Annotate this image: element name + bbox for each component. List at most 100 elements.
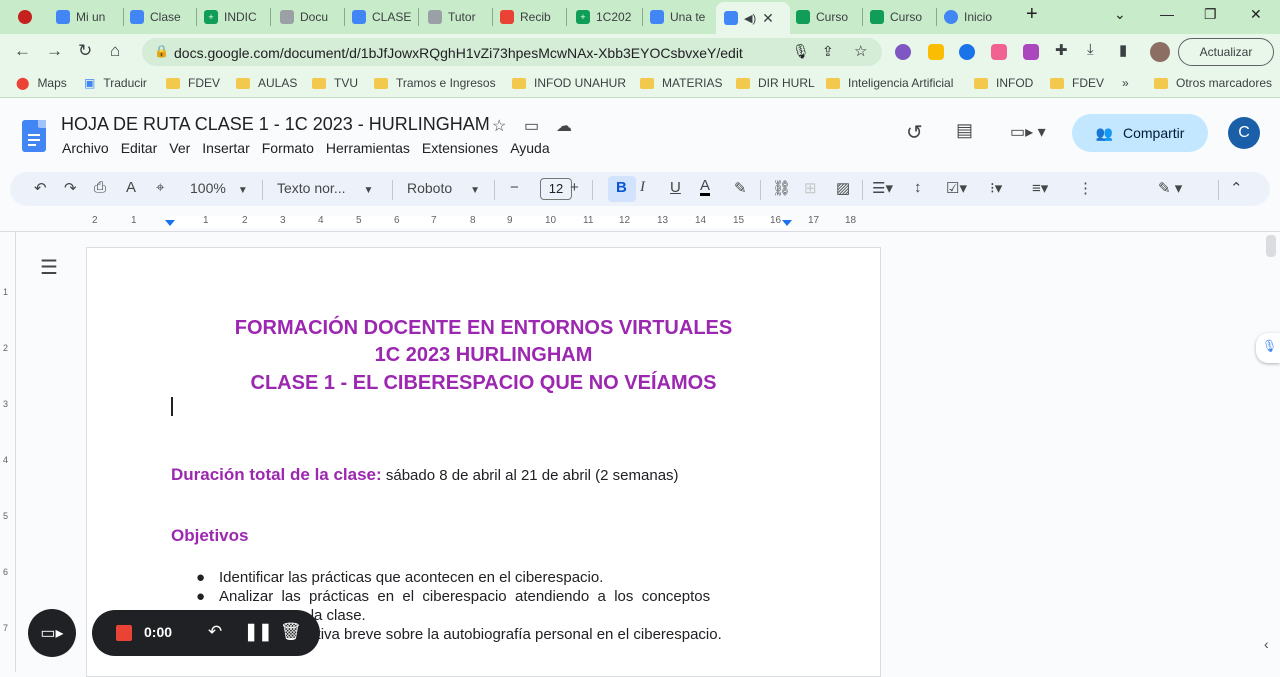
print-icon[interactable]: ⎙ xyxy=(94,179,106,196)
paragraph-style-select[interactable]: Texto nor... ▼ xyxy=(277,180,373,196)
increase-font-size-icon[interactable]: + xyxy=(570,179,579,196)
extension-icon[interactable] xyxy=(895,44,911,60)
share-button[interactable]: 👥 Compartir xyxy=(1072,114,1208,152)
side-panel-icon[interactable]: ▮ xyxy=(1119,41,1127,59)
paint-format-icon[interactable]: ⌖ xyxy=(156,179,164,196)
editing-mode-icon[interactable]: ✎ ▾ xyxy=(1158,179,1182,197)
more-options-icon[interactable]: ⋮ xyxy=(1078,179,1093,197)
checklist-icon[interactable]: ☑▾ xyxy=(946,179,967,197)
update-button[interactable]: Actualizar xyxy=(1178,38,1274,66)
pause-icon[interactable]: ❚❚ xyxy=(244,622,273,642)
browser-tab[interactable]: Tutor xyxy=(428,4,488,30)
font-size-input[interactable]: 12 xyxy=(540,178,572,200)
menu-ayuda[interactable]: Ayuda xyxy=(510,140,549,156)
bookmark-item[interactable]: Tramos e Ingresos xyxy=(374,76,496,90)
move-folder-icon[interactable]: ▭ xyxy=(524,116,539,136)
bookmark-item[interactable]: Inteligencia Artificial xyxy=(826,76,953,90)
horizontal-ruler[interactable]: 2 1 1 2 3 4 5 6 7 8 9 10 11 12 13 14 15 16 17 18 xyxy=(0,212,1280,232)
bookmark-item[interactable]: INFOD xyxy=(974,76,1033,90)
menu-ver[interactable]: Ver xyxy=(169,140,190,156)
back-icon[interactable]: ← xyxy=(14,41,31,61)
line-spacing-icon[interactable]: ↕ xyxy=(914,179,922,196)
image-icon[interactable]: ▨ xyxy=(836,179,850,197)
share-page-icon[interactable]: ⇪ xyxy=(822,43,834,60)
text-color-icon[interactable]: A xyxy=(700,178,711,196)
bookmark-item[interactable]: AULAS xyxy=(236,76,297,90)
stop-recording-button[interactable] xyxy=(116,625,132,641)
browser-tab[interactable]: Mi un xyxy=(56,4,116,30)
bulleted-list-icon[interactable]: ⁝▾ xyxy=(990,179,1002,197)
bookmark-item[interactable]: ⬤ Maps xyxy=(16,76,67,90)
align-icon[interactable]: ☰▾ xyxy=(872,179,893,197)
bookmark-item[interactable]: FDEV xyxy=(166,76,220,90)
window-close-icon[interactable]: ✕ xyxy=(1250,6,1262,23)
extension-icon[interactable] xyxy=(1023,44,1039,60)
menu-herramientas[interactable]: Herramientas xyxy=(326,140,410,156)
browser-tab[interactable]: Docu xyxy=(280,4,340,30)
extension-icon[interactable] xyxy=(991,44,1007,60)
side-panel-toggle[interactable]: 🎙 xyxy=(1256,333,1280,363)
chevron-left-icon[interactable]: ‹ xyxy=(1264,636,1269,652)
forward-icon[interactable]: → xyxy=(46,41,63,61)
font-select[interactable]: Roboto ▼ xyxy=(407,180,480,196)
redo-icon[interactable]: ↷ xyxy=(64,179,77,197)
menu-archivo[interactable]: Archivo xyxy=(62,140,109,156)
spellcheck-icon[interactable]: A xyxy=(126,179,136,196)
close-tab-icon[interactable]: ✕ xyxy=(762,10,774,27)
browser-tab[interactable]: +1C202 xyxy=(576,4,638,30)
menu-editar[interactable]: Editar xyxy=(121,140,158,156)
menu-formato[interactable]: Formato xyxy=(262,140,314,156)
menu-extensiones[interactable]: Extensiones xyxy=(422,140,498,156)
bookmark-item[interactable]: FDEV xyxy=(1050,76,1104,90)
extensions-puzzle-icon[interactable]: ✚ xyxy=(1055,41,1068,59)
bookmark-star-icon[interactable]: ☆ xyxy=(854,42,867,60)
menu-insertar[interactable]: Insertar xyxy=(202,140,249,156)
browser-tab[interactable]: Recib xyxy=(500,4,562,30)
comment-add-icon[interactable]: ⊞ xyxy=(804,179,817,197)
highlight-icon[interactable]: ✎ xyxy=(734,179,747,197)
new-tab-icon[interactable]: + xyxy=(1026,3,1038,26)
scrollbar-thumb[interactable] xyxy=(1266,235,1276,257)
browser-tab[interactable]: + INDIC xyxy=(204,4,264,30)
version-history-icon[interactable]: ↺ xyxy=(906,120,923,145)
bookmark-item[interactable]: DIR HURL xyxy=(736,76,815,90)
document-outline-icon[interactable]: ☰ xyxy=(40,255,58,280)
meet-icon[interactable]: ▭▸ ▾ xyxy=(1010,122,1046,142)
undo-icon[interactable]: ↶ xyxy=(34,179,47,197)
bookmark-item[interactable]: INFOD UNAHUR xyxy=(512,76,626,90)
browser-tab-active[interactable]: ◀) ✕ xyxy=(716,2,790,34)
undo-recording-icon[interactable]: ↶ xyxy=(208,622,222,642)
link-icon[interactable]: ⛓ xyxy=(772,179,791,197)
underline-icon[interactable]: U xyxy=(670,179,681,196)
zoom-select[interactable]: 100% ▼ xyxy=(190,180,248,196)
browser-tab[interactable]: CLASE xyxy=(352,4,412,30)
browser-tab[interactable]: Una te xyxy=(650,4,712,30)
microphone-icon[interactable]: 🎙 xyxy=(792,43,810,60)
camera-toggle-button[interactable]: ▭▸ xyxy=(28,609,76,657)
browser-tab[interactable]: Inicio xyxy=(944,4,1008,30)
extension-icon[interactable] xyxy=(928,44,944,60)
minimize-icon[interactable]: — xyxy=(1160,6,1174,22)
bookmark-item[interactable]: TVU xyxy=(312,76,358,90)
browser-tab[interactable]: Clase xyxy=(130,4,190,30)
comments-icon[interactable]: ▤ xyxy=(956,120,973,141)
numbered-list-icon[interactable]: ≡▾ xyxy=(1032,179,1048,197)
document-title[interactable]: HOJA DE RUTA CLASE 1 - 1C 2023 - HURLING… xyxy=(61,114,490,135)
star-icon[interactable]: ☆ xyxy=(492,116,506,136)
profile-avatar[interactable] xyxy=(1150,42,1170,62)
download-icon[interactable]: ⤓ xyxy=(1087,41,1094,58)
bookmark-item[interactable]: ▣ Traducir xyxy=(84,76,147,90)
reload-icon[interactable]: ↻ xyxy=(78,41,92,61)
docs-logo-icon[interactable] xyxy=(22,120,46,152)
url-bar[interactable]: 🔒 docs.google.com/document/d/1bJfJowxRQg… xyxy=(142,38,882,66)
hide-menus-icon[interactable]: ⌃ xyxy=(1230,179,1243,197)
browser-tab[interactable]: Curso xyxy=(870,4,932,30)
browser-tab[interactable]: Curso xyxy=(796,4,858,30)
italic-icon[interactable]: I xyxy=(640,179,645,196)
decrease-font-size-icon[interactable]: − xyxy=(510,179,519,196)
extension-icon[interactable] xyxy=(959,44,975,60)
restore-icon[interactable]: ❐ xyxy=(1204,6,1217,23)
other-bookmarks[interactable]: Otros marcadores xyxy=(1154,76,1272,90)
delete-icon[interactable]: 🗑 xyxy=(280,622,302,642)
home-icon[interactable]: ⌂ xyxy=(110,41,120,61)
